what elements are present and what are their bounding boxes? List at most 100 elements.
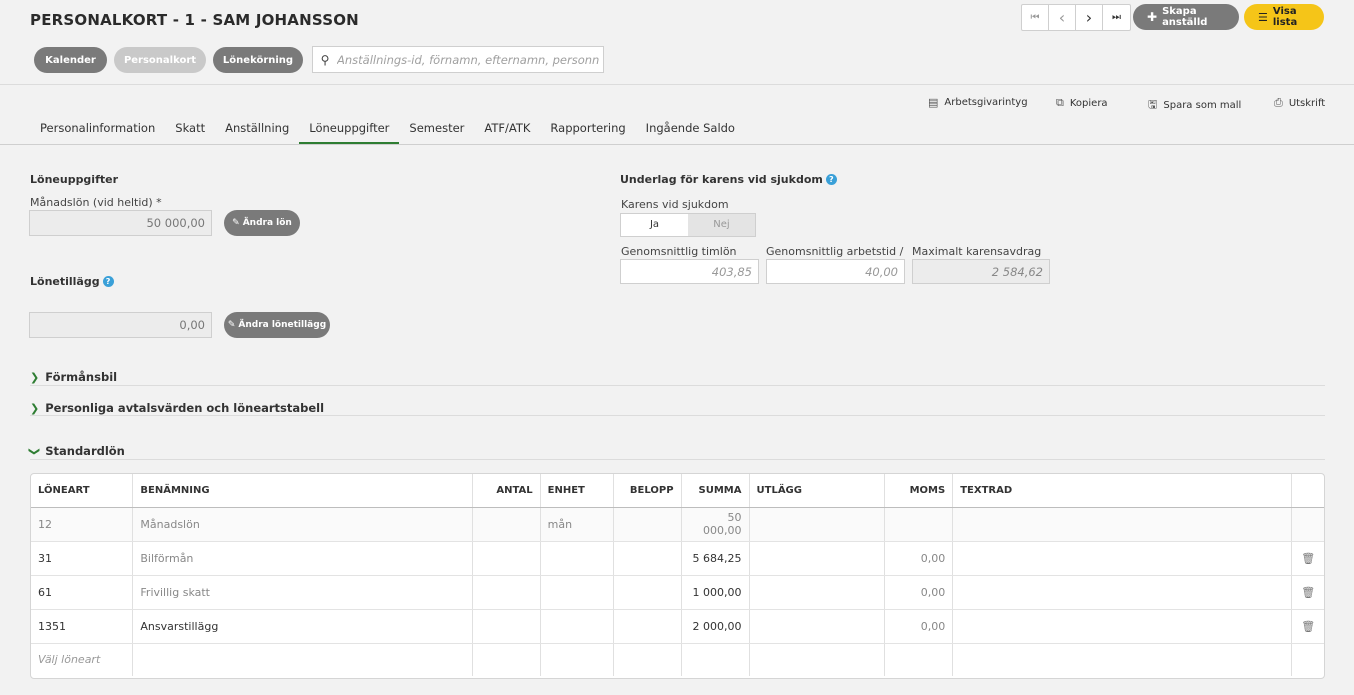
cell-belopp[interactable] — [613, 609, 682, 644]
print-action[interactable]: ⎙ Utskrift — [1274, 96, 1325, 110]
tab-calendar[interactable]: Kalender — [34, 47, 107, 73]
karens-label: Karens vid sjukdom — [621, 198, 729, 211]
tab-semester[interactable]: Semester — [399, 113, 474, 144]
benefit-car-toggle[interactable]: ❯ Förmånsbil — [30, 370, 117, 384]
cell-summa — [681, 643, 750, 676]
help-icon[interactable]: ? — [102, 276, 114, 287]
avg-worktime-field[interactable]: 40,00 — [766, 259, 905, 284]
cell-summa[interactable]: 1 000,00 — [681, 575, 750, 610]
search-input[interactable] — [337, 52, 599, 67]
first-record-button[interactable]: ⏮ — [1022, 5, 1049, 30]
page-title: PERSONALKORT - 1 - SAM JOHANSSON — [30, 11, 359, 29]
cell-utlagg[interactable] — [749, 575, 886, 610]
personal-agreements-toggle[interactable]: ❯ Personliga avtalsvärden och löneartsta… — [30, 401, 324, 415]
table-row: 31 Bilförmån 5 684,25 0,00 🗑 — [31, 541, 1324, 576]
create-employee-button[interactable]: ✚ Skapa anställd — [1133, 4, 1239, 30]
last-record-button[interactable]: ⏭ — [1103, 5, 1130, 30]
tab-skatt[interactable]: Skatt — [165, 113, 215, 144]
cell-moms[interactable]: 0,00 — [884, 575, 954, 610]
cell-benamning[interactable]: Bilförmån — [132, 541, 473, 576]
col-textrad: TEXTRAD — [952, 474, 1293, 508]
benefit-car-label: Förmånsbil — [45, 370, 118, 384]
supplement-title-wrap: Lönetillägg? — [30, 275, 114, 288]
cell-moms[interactable]: 0,00 — [884, 609, 954, 644]
avg-hourly-label: Genomsnittlig timlön — [621, 245, 737, 258]
cell-textrad — [952, 643, 1293, 676]
cell-antal[interactable] — [472, 609, 541, 644]
monthly-salary-field: 50 000,00 — [29, 210, 212, 236]
karens-yes-option[interactable]: Ja — [621, 214, 688, 236]
cell-utlagg[interactable] — [749, 541, 886, 576]
cell-summa[interactable]: 5 684,25 — [681, 541, 750, 576]
cell-moms — [884, 643, 954, 676]
salary-section-title: Löneuppgifter — [30, 173, 119, 186]
next-record-button[interactable]: › — [1076, 5, 1103, 30]
max-deduction-label: Maximalt karensavdrag — [912, 245, 1042, 258]
employer-cert-action[interactable]: ▤ Arbetsgivarintyg — [928, 96, 1028, 109]
cell-enhet[interactable] — [540, 575, 614, 610]
show-list-button[interactable]: ☰ Visa lista — [1244, 4, 1324, 30]
tab-payroll[interactable]: Lönekörning — [213, 47, 303, 73]
cell-textrad[interactable] — [952, 541, 1293, 576]
cell-benamning[interactable]: Frivillig skatt — [132, 575, 473, 610]
select-loneart-input[interactable]: Välj löneart — [31, 643, 134, 676]
cell-antal[interactable] — [472, 575, 541, 610]
cell-belopp[interactable] — [613, 541, 682, 576]
col-loneart: LÖNEART — [31, 474, 134, 508]
search-icon: ⚲ — [320, 52, 330, 67]
tab-rapportering[interactable]: Rapportering — [540, 113, 635, 144]
cell-summa[interactable]: 2 000,00 — [681, 609, 750, 644]
standard-salary-toggle[interactable]: ❯ Standardlön — [28, 444, 125, 458]
standard-salary-label: Standardlön — [45, 444, 125, 458]
last-icon: ⏭ — [1112, 12, 1121, 23]
tab-ingaende-saldo[interactable]: Ingående Saldo — [636, 113, 745, 144]
table-row: 61 Frivillig skatt 1 000,00 0,00 🗑 — [31, 575, 1324, 610]
cell-enhet[interactable] — [540, 541, 614, 576]
cell-loneart[interactable]: 1351 — [31, 609, 134, 644]
cell-belopp[interactable] — [613, 575, 682, 610]
cell-moms[interactable]: 0,00 — [884, 541, 954, 576]
cell-benamning: Månadslön — [132, 507, 473, 542]
cell-antal[interactable] — [472, 541, 541, 576]
change-salary-label: Ändra lön — [242, 218, 292, 228]
help-icon[interactable]: ? — [825, 174, 837, 185]
cell-textrad[interactable] — [952, 609, 1293, 644]
first-icon: ⏮ — [1030, 12, 1040, 23]
pencil-icon: ✎ — [227, 320, 236, 330]
plus-icon: ✚ — [1147, 10, 1158, 24]
tab-personalinformation[interactable]: Personalinformation — [30, 113, 165, 144]
personal-agreements-label: Personliga avtalsvärden och löneartstabe… — [45, 401, 325, 415]
change-supplement-button[interactable]: ✎ Ändra lönetillägg — [224, 312, 330, 338]
save-template-action[interactable]: 🖫 Spara som mall — [1148, 96, 1241, 115]
tab-loneuppgifter[interactable]: Löneuppgifter — [299, 113, 400, 144]
tab-atf-atk[interactable]: ATF/ATK — [474, 113, 540, 144]
cell-loneart[interactable]: 61 — [31, 575, 134, 610]
trash-icon[interactable]: 🗑 — [1291, 541, 1324, 576]
tab-personnel-card[interactable]: Personalkort — [114, 47, 206, 73]
change-salary-button[interactable]: ✎ Ändra lön — [224, 210, 300, 236]
cell-enhet: mån — [540, 507, 614, 542]
cell-textrad[interactable] — [952, 575, 1293, 610]
trash-icon[interactable]: 🗑 — [1291, 609, 1324, 644]
trash-icon[interactable]: 🗑 — [1291, 575, 1324, 610]
karens-toggle: Ja Nej — [620, 213, 756, 237]
copy-icon: ⧉ — [1056, 96, 1064, 109]
save-template-label: Spara som mall — [1163, 100, 1242, 111]
col-summa: SUMMA — [681, 474, 750, 508]
document-icon: ▤ — [928, 96, 939, 109]
cell-summa: 50 000,00 — [681, 507, 750, 542]
avg-hourly-field[interactable]: 403,85 — [620, 259, 759, 284]
tab-anstallning[interactable]: Anställning — [215, 113, 299, 144]
cell-belopp — [613, 643, 682, 676]
tabs-divider — [0, 144, 1354, 145]
divider — [30, 459, 1325, 460]
prev-record-button[interactable]: ‹ — [1049, 5, 1076, 30]
sick-section-title: Underlag för karens vid sjukdom — [620, 173, 823, 186]
cell-benamning[interactable]: Ansvarstillägg — [132, 609, 473, 644]
copy-action[interactable]: ⧉ Kopiera — [1056, 96, 1108, 110]
standard-salary-table: LÖNEART BENÄMNING ANTAL ENHET BELOPP SUM… — [30, 473, 1325, 679]
cell-utlagg[interactable] — [749, 609, 886, 644]
cell-enhet[interactable] — [540, 609, 614, 644]
karens-no-option[interactable]: Nej — [688, 214, 755, 236]
cell-loneart[interactable]: 31 — [31, 541, 134, 576]
